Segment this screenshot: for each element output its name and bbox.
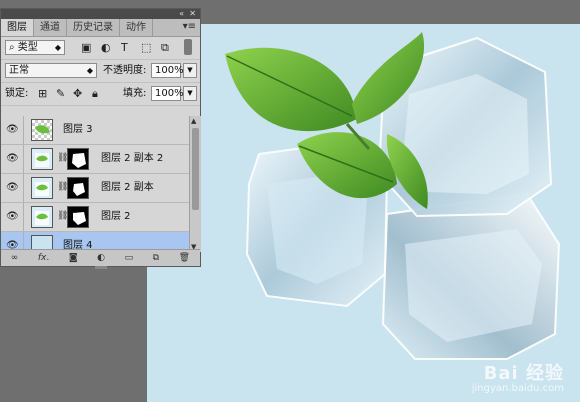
mask-shape-icon [72, 153, 86, 168]
fill-dropdown[interactable]: ▼ [183, 86, 197, 101]
folder-icon[interactable]: ▭ [125, 253, 134, 263]
pixel-filter-icon[interactable]: ▣ [81, 41, 91, 55]
opacity-dropdown[interactable]: ▼ [183, 63, 197, 78]
smart-object-filter-icon[interactable]: ⧉ [161, 41, 169, 55]
close-icon[interactable]: ✕ [189, 9, 196, 19]
blend-mode-value: 正常 [9, 65, 29, 76]
ice-mint-thumbnail-icon [35, 211, 49, 225]
lock-row: 锁定: ⊞ ✎ ✥ 🔒︎ 填充: 100% ▼ [1, 83, 200, 106]
blend-row: 正常 ◆ 不透明度: 100% ▼ [1, 60, 200, 83]
divider [23, 116, 24, 144]
layer-thumbnail [31, 119, 53, 141]
layer-mask-thumbnail[interactable] [67, 206, 89, 228]
watermark-brand: Bai 经验 [483, 363, 564, 384]
opacity-input[interactable]: 100% [151, 63, 184, 78]
blend-mode-select[interactable]: 正常 ◆ [5, 63, 97, 78]
lock-move-icon[interactable]: ✥ [73, 87, 82, 101]
mask-shape-icon [73, 183, 85, 196]
mint-leaf-icon [35, 125, 50, 134]
divider [23, 203, 24, 231]
fill-label: 填充: [123, 88, 147, 99]
layer-name[interactable]: 图层 2 副本 [101, 174, 154, 202]
document-canvas[interactable]: Bai 经验 jingyan.baidu.com [147, 24, 580, 402]
lock-transparent-icon[interactable]: ⊞ [38, 87, 47, 101]
eye-icon[interactable]: 👁︎ [6, 182, 19, 193]
panel-titlebar[interactable]: « ✕ [1, 9, 200, 19]
layers-panel: « ✕ 图层 通道 历史记录 动作 ▾≡ ⌕ 类型 ◆ ▣ ◐ T ⬚ ⧉ 正常… [0, 8, 201, 269]
chevron-down-icon: ◆ [54, 43, 61, 52]
panel-menu-icon[interactable]: ▾≡ [183, 21, 196, 32]
chevron-down-icon: ◆ [86, 66, 93, 75]
search-icon: ⌕ [9, 42, 18, 53]
filter-kind-label: 类型 [17, 42, 38, 53]
layer-row[interactable]: 👁︎ ⛓ 图层 2 副本 2 [1, 145, 189, 174]
eye-icon[interactable]: 👁︎ [6, 153, 19, 164]
layer-name[interactable]: 图层 3 [63, 116, 93, 144]
layer-row[interactable]: 👁︎ ⛓ 图层 2 副本 [1, 174, 189, 203]
layers-scrollbar[interactable]: ▲ ▼ [189, 116, 201, 252]
watermark: Bai 经验 jingyan.baidu.com [472, 359, 564, 394]
filter-toggle[interactable] [184, 39, 192, 55]
divider [23, 145, 24, 173]
panel-tabs: 图层 通道 历史记录 动作 ▾≡ [1, 19, 200, 37]
tab-channels[interactable]: 通道 [34, 19, 67, 36]
fx-icon[interactable]: fx. [38, 253, 49, 263]
filter-kind-select[interactable]: ⌕ 类型 ◆ [5, 40, 65, 55]
resize-grip[interactable] [95, 266, 107, 269]
adjustment-filter-icon[interactable]: ◐ [101, 41, 111, 55]
layer-row[interactable]: 👁︎ ⛓ 图层 2 [1, 203, 189, 232]
new-layer-icon[interactable]: ⧉ [153, 253, 159, 263]
adjustment-icon[interactable]: ◐ [97, 253, 105, 263]
tab-layers[interactable]: 图层 [1, 19, 34, 36]
layer-mask-thumbnail[interactable] [67, 148, 89, 170]
fill-input[interactable]: 100% [151, 86, 184, 101]
ice-mint-thumbnail-icon [35, 153, 49, 167]
eye-icon[interactable]: 👁︎ [6, 211, 19, 222]
layer-thumbnail [31, 206, 53, 228]
ice-mint-artwork [225, 32, 561, 360]
link-icon[interactable]: ∞ [11, 253, 19, 263]
type-filter-icon[interactable]: T [121, 41, 128, 55]
tab-actions[interactable]: 动作 [120, 19, 153, 36]
shape-filter-icon[interactable]: ⬚ [141, 41, 151, 55]
layer-thumbnail [31, 148, 53, 170]
mask-icon[interactable]: ◙ [69, 253, 78, 263]
scroll-thumb[interactable] [192, 128, 199, 210]
layer-name[interactable]: 图层 2 副本 2 [101, 145, 163, 173]
lock-brush-icon[interactable]: ✎ [56, 87, 65, 101]
layer-name[interactable]: 图层 2 [101, 203, 131, 231]
lock-label: 锁定: [5, 88, 29, 99]
layer-row[interactable]: 👁︎ 图层 3 [1, 116, 189, 145]
lock-all-icon[interactable]: 🔒︎ [92, 87, 98, 101]
scroll-up-icon[interactable]: ▲ [191, 117, 196, 125]
watermark-url: jingyan.baidu.com [471, 383, 564, 394]
layers-list: 👁︎ 图层 3 👁︎ ⛓ 图层 2 副本 2 👁︎ ⛓ 图层 2 副本 👁︎ ⛓… [1, 116, 189, 252]
ice-mint-thumbnail-icon [35, 182, 49, 196]
layer-thumbnail [31, 177, 53, 199]
panel-bottom-toolbar: ∞ fx. ◙ ◐ ▭ ⧉ 🗑︎ [1, 249, 200, 269]
tab-history[interactable]: 历史记录 [67, 19, 120, 36]
divider [23, 174, 24, 202]
opacity-label: 不透明度: [103, 65, 147, 76]
layer-mask-thumbnail[interactable] [67, 177, 89, 199]
trash-icon[interactable]: 🗑︎ [179, 253, 190, 263]
eye-icon[interactable]: 👁︎ [6, 124, 19, 135]
filter-row: ⌕ 类型 ◆ ▣ ◐ T ⬚ ⧉ [1, 37, 200, 60]
collapse-icon[interactable]: « [179, 9, 184, 19]
mask-shape-icon [73, 212, 86, 225]
